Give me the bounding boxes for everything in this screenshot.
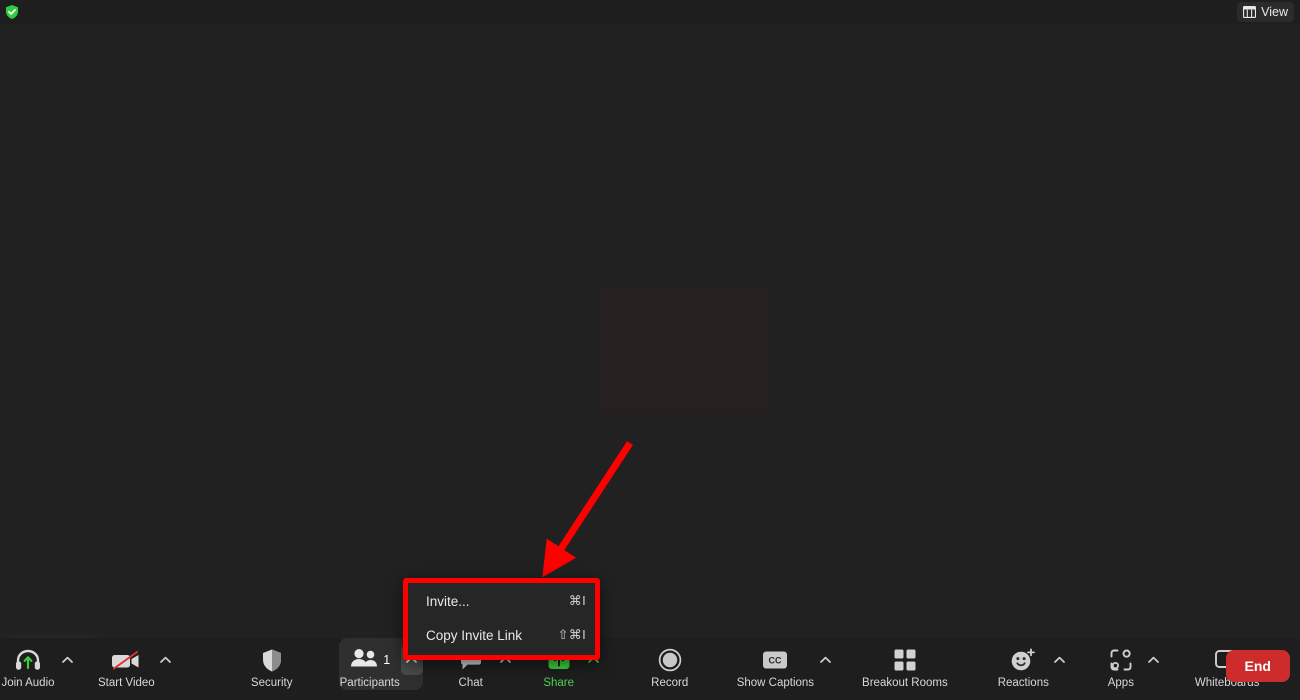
menu-item-invite[interactable]: Invite... ⌘I [403,584,600,618]
audio-options-chevron-up-icon[interactable] [56,647,78,673]
toolbar-group-record: Record [641,638,699,690]
toolbar-label-participants: Participants [339,677,400,689]
menu-item-invite-label: Invite... [426,593,470,609]
toolbar-group-join-audio: Join Audio [0,638,78,690]
shared-content-placeholder [601,288,768,413]
apps-icon [1109,647,1133,673]
captions-options-chevron-up-icon[interactable] [814,647,836,673]
toolbar-label-record: Record [651,677,689,689]
toolbar-group-security: Security [243,638,301,690]
top-bar: View [0,0,1300,24]
apps-options-chevron-up-icon[interactable] [1143,647,1165,673]
toolbar-label-chat: Chat [458,677,483,689]
reactions-smiley-icon [1010,647,1036,673]
shield-icon [261,647,283,673]
toolbar-button-start-video[interactable]: Start Video [98,638,155,690]
video-options-chevron-up-icon[interactable] [155,647,177,673]
video-off-icon [110,647,142,673]
end-meeting-button[interactable]: End [1225,650,1290,682]
toolbar-label-apps: Apps [1107,677,1134,689]
context-menu-body: Invite... ⌘I Copy Invite Link ⇧⌘I [403,578,600,660]
toolbar-group-reactions: Reactions [998,638,1071,690]
toolbar-button-show-captions[interactable]: CC Show Captions [737,638,814,690]
toolbar-label-reactions: Reactions [997,677,1049,689]
toolbar-label-share: Share [543,677,575,689]
toolbar-button-record[interactable]: Record [641,638,699,690]
toolbar-group-start-video: Start Video [98,638,177,690]
layout-grid-icon [1243,6,1257,18]
svg-text:CC: CC [769,655,782,665]
record-circle-icon [658,647,682,673]
toolbar-button-security[interactable]: Security [243,638,301,690]
reactions-options-chevron-up-icon[interactable] [1049,647,1071,673]
toolbar-label-join-audio: Join Audio [1,677,55,689]
toolbar-label-start-video: Start Video [98,677,155,689]
participants-count: 1 [383,653,391,667]
toolbar-button-join-audio[interactable]: Join Audio [0,638,56,690]
participants-icon [349,647,379,674]
toolbar-button-breakout-rooms[interactable]: Breakout Rooms [862,638,948,690]
toolbar-label-show-captions: Show Captions [736,677,815,689]
menu-item-invite-shortcut: ⌘I [568,593,586,608]
encryption-shield-check-icon[interactable] [3,3,21,21]
meeting-toolbar: Join Audio Start Video Security 1 Partic… [0,638,1300,700]
headset-audio-icon [14,647,42,673]
view-button[interactable]: View [1237,2,1294,22]
toolbar-group-apps: Apps [1099,638,1165,690]
breakout-rooms-icon [893,647,917,673]
menu-item-copy-invite-link[interactable]: Copy Invite Link ⇧⌘I [403,618,600,652]
toolbar-button-apps[interactable]: Apps [1099,638,1143,690]
toolbar-right-group: End [1225,650,1290,682]
toolbar-group-show-captions: CC Show Captions [737,638,836,690]
toolbar-label-security: Security [250,677,293,689]
video-stage: Viraj Mahajan [0,24,1300,662]
toolbar-group-breakout-rooms: Breakout Rooms [862,638,948,690]
invite-context-menu: Invite... ⌘I Copy Invite Link ⇧⌘I [403,578,600,660]
toolbar-button-participants[interactable]: 1 Participants [339,638,401,690]
zoom-meeting-window: View Viraj Mahajan Invite... ⌘I Copy Inv… [0,0,1300,700]
toolbar-button-reactions[interactable]: Reactions [998,638,1049,690]
menu-item-copy-invite-link-label: Copy Invite Link [426,627,523,643]
menu-item-copy-invite-link-shortcut: ⇧⌘I [557,627,586,642]
toolbar-label-breakout-rooms: Breakout Rooms [862,677,948,689]
toolbar-left-group: Join Audio Start Video Security 1 Partic… [0,638,1281,690]
closed-captions-icon: CC [762,647,788,673]
view-button-label: View [1261,5,1288,19]
